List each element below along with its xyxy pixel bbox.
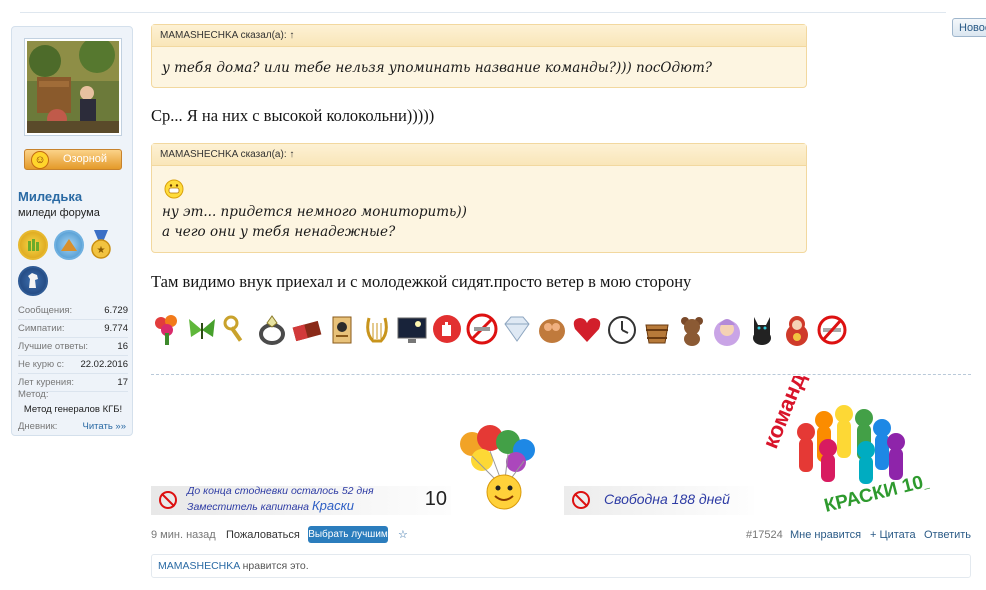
keys-icon	[223, 315, 243, 342]
new-posts-button[interactable]: Новое	[952, 18, 986, 37]
matryoshka-icon	[786, 316, 808, 346]
stat-label: Сообщения:	[18, 305, 73, 316]
avatar[interactable]	[24, 38, 122, 136]
top-divider	[20, 12, 946, 13]
bouquet-icon	[155, 315, 177, 345]
grin-smiley-icon	[164, 179, 184, 199]
stat-value: 9.774	[104, 323, 128, 334]
signature-team: Краски	[311, 498, 354, 513]
no-smoking-badge-icon	[466, 313, 498, 345]
avatar-photo	[27, 41, 119, 133]
grandma-icon	[714, 319, 740, 346]
likes-text: нравится это.	[239, 560, 309, 572]
diary-link[interactable]: Читать »»	[83, 421, 126, 432]
report-link[interactable]: Пожаловаться	[226, 529, 300, 541]
signature-divider	[151, 374, 971, 375]
post-permalink[interactable]: #17524	[746, 529, 783, 541]
smiley-row	[151, 313, 861, 349]
no-smoking-icon	[817, 315, 847, 345]
method-label: Метод:	[18, 389, 49, 400]
quote-text: у тебя дома? или тебе нельзя упоминать н…	[162, 60, 712, 76]
trophy-gold-icon[interactable]	[18, 230, 48, 260]
stat-value: 6.729	[104, 305, 128, 316]
signature-counter-bar: До конца стодневки осталось 52 дня Замес…	[151, 485, 451, 515]
no-smoking-sign-icon	[572, 491, 590, 509]
quote-text: а чего они у тебя ненадежные?	[162, 224, 396, 240]
signature-role-label: Заместитель капитана	[187, 501, 310, 513]
svg-text:★: ★	[97, 245, 106, 256]
signature-countdown: До конца стодневки осталось 52 дня	[187, 485, 374, 497]
likes-summary: MAMASHECHKA нравится это.	[151, 554, 971, 578]
cat-icon	[753, 317, 771, 345]
user-stats: Сообщения: 6.729 Симпатии: 9.774 Лучшие от…	[18, 302, 128, 392]
bear-icon	[681, 317, 703, 346]
user-title: миледи форума	[18, 207, 100, 219]
like-link[interactable]: Мне нравится	[790, 529, 861, 541]
stat-value: 22.02.2016	[80, 359, 128, 370]
lyre-icon	[366, 317, 388, 343]
signature-free-days: Свободна 188 дней	[604, 491, 730, 507]
reply-link[interactable]: Ответить	[924, 529, 971, 541]
bucket-icon	[645, 324, 669, 344]
butterfly-icon	[189, 319, 215, 339]
select-best-button[interactable]: Выбрать лучшим	[308, 526, 388, 543]
team-kraski-logo: команда КРАСКИ 10_3	[746, 357, 945, 517]
post-text: Ср... Я на них с высокой колокольни)))))	[151, 106, 435, 125]
signature-number: 10	[424, 488, 447, 510]
mood-smiley-icon: ☺	[31, 151, 49, 169]
night-monitor-icon	[397, 317, 427, 343]
quote-text: ну эт... придется немного мониторить))	[162, 204, 467, 220]
stat-label: Не курю с:	[18, 359, 65, 370]
clock-icon	[608, 316, 636, 344]
stat-value: 16	[117, 341, 128, 352]
heart-icon	[573, 318, 601, 342]
stat-label: Лет курения:	[18, 377, 75, 388]
user-sidebar: ☺ Озорной Миледька миледи форума ★ Сообщ…	[11, 26, 133, 436]
balloons-smiley-image	[452, 422, 556, 514]
no-smoking-sign-icon	[159, 491, 177, 509]
stat-row: Сообщения: 6.729	[18, 302, 128, 320]
scroll-icon	[332, 316, 352, 344]
team-subtitle-text: КРАСКИ 10_3	[822, 467, 930, 516]
stat-row: Не курю с: 22.02.2016	[18, 356, 128, 374]
trophy-blue-icon[interactable]	[54, 230, 84, 260]
stat-row: Симпатии: 9.774	[18, 320, 128, 338]
ring-icon	[259, 315, 285, 345]
liker-username[interactable]: MAMASHECHKA	[158, 560, 240, 572]
bookmark-star-icon[interactable]: ☆	[398, 528, 408, 541]
stat-label: Симпатии:	[18, 323, 65, 334]
method-value: Метод генералов КГБ!	[23, 404, 123, 415]
quote-author[interactable]: MAMASHECHKA сказал(а): ↑	[152, 25, 806, 47]
signature-free-days-bar: Свободна 188 дней	[564, 486, 754, 515]
trophy-horse-icon[interactable]	[18, 266, 48, 296]
quote-block: MAMASHECHKA сказал(а): ↑ ну эт... придет…	[151, 143, 807, 253]
diary-label: Дневник:	[18, 421, 58, 432]
quote-author[interactable]: MAMASHECHKA сказал(а): ↑	[152, 144, 806, 166]
basket-icon	[539, 319, 565, 343]
stat-row: Лучшие ответы: 16	[18, 338, 128, 356]
post-text: Там видимо внук приехал и с молодежкой с…	[151, 272, 692, 291]
stop-hand-icon	[433, 315, 461, 343]
quote-block: MAMASHECHKA сказал(а): ↑ у тебя дома? ил…	[151, 24, 807, 88]
diamond-icon	[504, 316, 530, 342]
signature-role: Заместитель капитана Краски	[187, 498, 354, 513]
stat-value: 17	[117, 377, 128, 388]
mood-label: Озорной	[63, 153, 108, 165]
chocolate-icon	[292, 320, 322, 342]
medal-icon[interactable]: ★	[88, 230, 114, 260]
post-timestamp[interactable]: 9 мин. назад	[151, 529, 216, 541]
quote-link[interactable]: + Цитата	[870, 529, 916, 541]
username-link[interactable]: Миледька	[18, 189, 82, 204]
mood-badge[interactable]: ☺ Озорной	[24, 149, 122, 170]
stat-label: Лучшие ответы:	[18, 341, 89, 352]
